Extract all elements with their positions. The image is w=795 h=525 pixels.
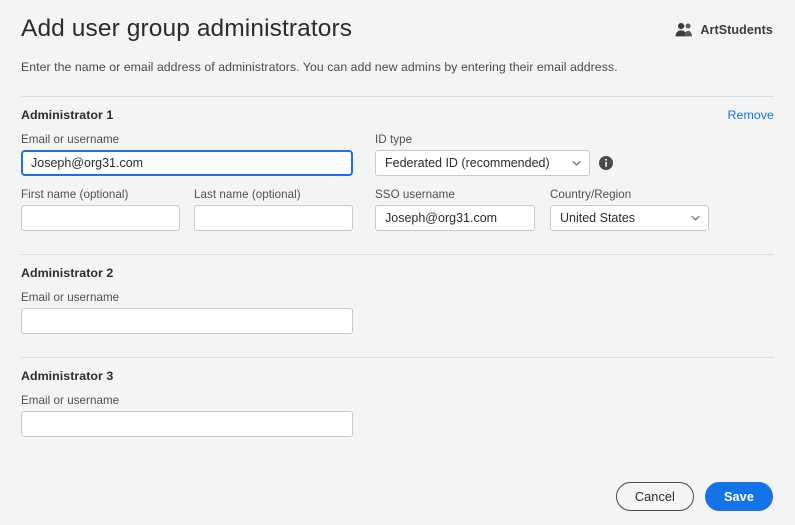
country-region-select-wrapper: United States [550, 205, 709, 231]
email-label: Email or username [21, 394, 120, 407]
email-or-username-input-2[interactable] [21, 308, 353, 334]
sso-username-input[interactable] [375, 205, 535, 231]
administrator-2-email-group: Email or username [21, 291, 353, 334]
administrator-1-title: Administrator 1 [21, 108, 114, 122]
page-subtitle: Enter the name or email address of admin… [21, 60, 618, 74]
country-region-selected-value: United States [560, 211, 636, 225]
administrator-3-email-group: Email or username [21, 394, 353, 437]
email-or-username-input-3[interactable] [21, 411, 353, 437]
first-name-field-group: First name (optional) [21, 188, 180, 231]
id-type-select[interactable]: Federated ID (recommended) [375, 150, 590, 176]
users-group-icon [675, 22, 693, 37]
id-type-field-group: ID type Federated ID (recommended) [375, 133, 590, 176]
email-label: Email or username [21, 133, 120, 146]
form-actions: Cancel Save [615, 482, 773, 511]
last-name-field-group: Last name (optional) [194, 188, 353, 231]
email-or-username-input[interactable] [21, 150, 353, 176]
last-name-input[interactable] [194, 205, 353, 231]
organization-name: ArtStudents [700, 22, 773, 37]
administrator-3-header: Administrator 3 [21, 369, 774, 383]
email-label: Email or username [21, 291, 120, 304]
section-divider-2 [21, 254, 774, 255]
administrator-3-title: Administrator 3 [21, 369, 114, 383]
administrator-1-header: Administrator 1 Remove [21, 108, 774, 122]
info-icon[interactable] [599, 156, 613, 170]
add-user-group-administrators-page: Add user group administrators ArtStudent… [0, 0, 795, 525]
administrator-1-row-1: Email or username ID type Federated ID (… [21, 133, 774, 176]
first-name-input[interactable] [21, 205, 180, 231]
country-region-select[interactable]: United States [550, 205, 709, 231]
remove-administrator-1-link[interactable]: Remove [728, 108, 774, 122]
country-region-label: Country/Region [550, 188, 632, 201]
page-title: Add user group administrators [21, 15, 353, 42]
administrator-1-row-2: First name (optional) Last name (optiona… [21, 188, 774, 231]
first-name-label: First name (optional) [21, 188, 129, 201]
sso-username-label: SSO username [375, 188, 455, 201]
administrator-2-title: Administrator 2 [21, 266, 114, 280]
administrator-2-header: Administrator 2 [21, 266, 774, 280]
cancel-button[interactable]: Cancel [615, 482, 694, 511]
id-type-selected-value: Federated ID (recommended) [385, 156, 550, 170]
sso-username-field-group: SSO username [375, 188, 535, 231]
last-name-label: Last name (optional) [194, 188, 301, 201]
save-button[interactable]: Save [704, 482, 773, 511]
email-field-group: Email or username [21, 133, 353, 176]
organization-chip[interactable]: ArtStudents [675, 14, 774, 37]
page-header: Add user group administrators ArtStudent… [21, 0, 774, 44]
section-divider-1 [21, 96, 774, 97]
id-type-select-wrapper: Federated ID (recommended) [375, 150, 590, 176]
id-type-label: ID type [375, 133, 413, 146]
section-divider-3 [21, 357, 774, 358]
country-region-field-group: Country/Region United States [550, 188, 709, 231]
